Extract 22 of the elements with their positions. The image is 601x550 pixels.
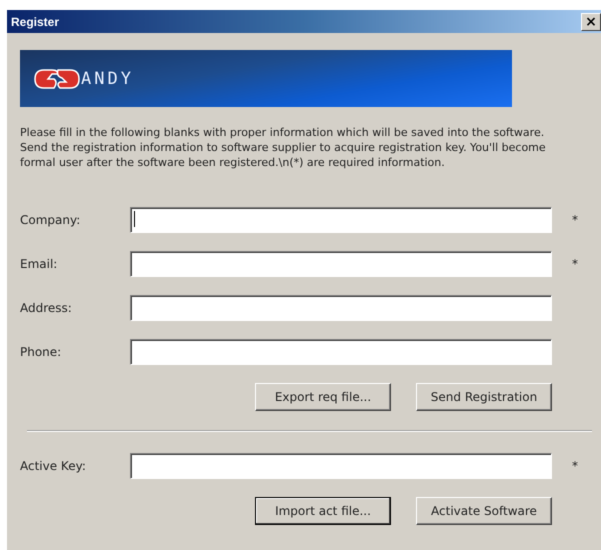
window-title: Register [11,14,60,28]
action-button[interactable]: Export req file... [255,383,391,411]
text-field[interactable] [130,295,552,321]
instructions-text: Please fill in the following blanks with proper information which will be saved into the software. Send the registration information to software supplier to acquire registration key. You'll become formal user after the software been registered.\n(*) are required information. [20,125,547,170]
text-field[interactable] [130,453,552,479]
required-marker: * [572,257,578,271]
action-button[interactable]: Send Registration [416,383,552,411]
action-button[interactable]: Activate Software [416,497,552,525]
text-field[interactable] [130,207,552,233]
logo-text: ANDY [81,68,134,88]
text-field[interactable] [130,339,552,365]
field-label: Company: [20,213,82,227]
text-field[interactable] [130,251,552,277]
field-label: Email: [20,257,58,271]
required-marker: * [572,459,578,473]
field-label: Active Key: [20,459,87,473]
required-marker: * [572,213,578,227]
action-button[interactable]: Import act file... [255,497,391,525]
logo-mark-icon [34,68,80,90]
close-button[interactable]: × [581,12,601,30]
field-label: Phone: [20,345,62,359]
field-label: Address: [20,301,73,315]
